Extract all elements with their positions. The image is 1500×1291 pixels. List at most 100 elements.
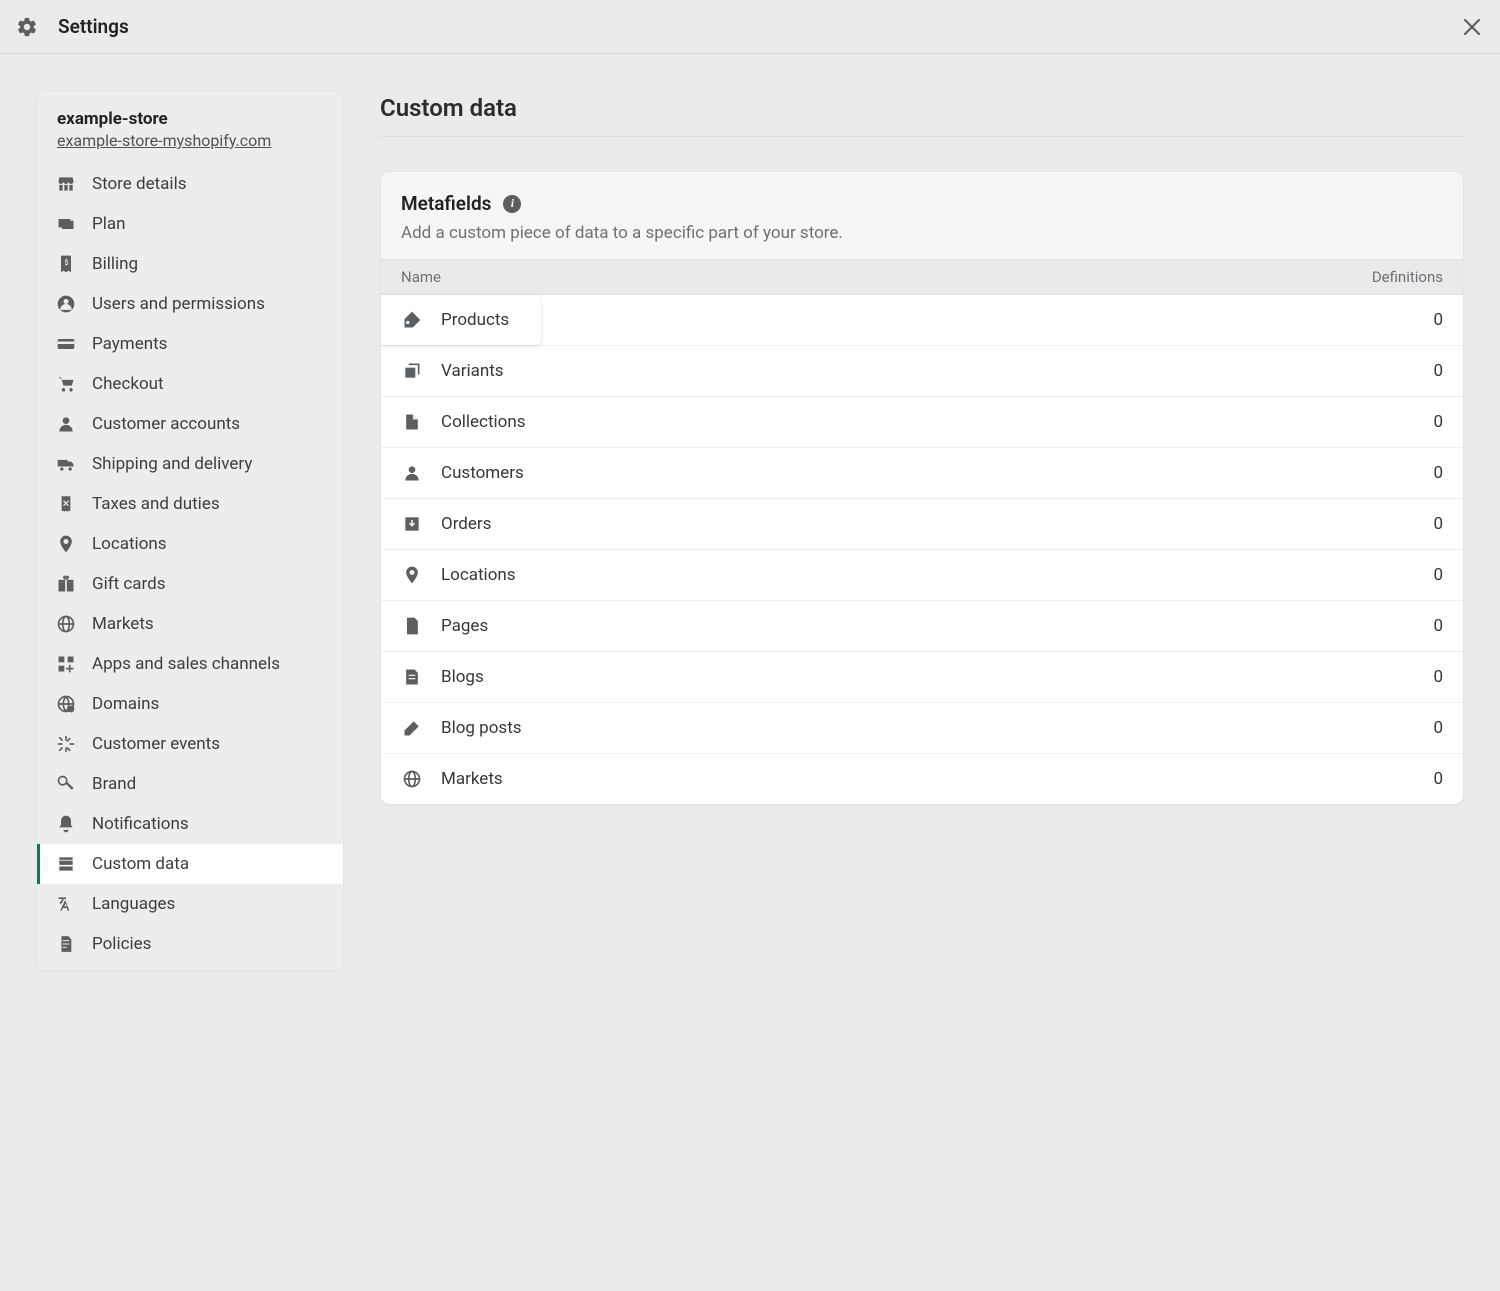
metafield-row-count: 0	[1433, 463, 1443, 483]
location-pin-icon	[55, 533, 77, 555]
sidebar-item-label: Custom data	[92, 854, 189, 874]
sidebar-item-label: Apps and sales channels	[92, 654, 280, 674]
sidebar-item-label: Store details	[92, 174, 186, 194]
settings-topbar: Settings	[0, 0, 1500, 54]
sidebar-item-label: Billing	[92, 254, 138, 274]
sidebar-item-languages[interactable]: Languages	[37, 884, 343, 924]
sidebar-item-locations[interactable]: Locations	[37, 524, 343, 564]
sidebar-item-store-details[interactable]: Store details	[37, 164, 343, 204]
sidebar-item-label: Languages	[92, 894, 175, 914]
metafield-row-label: Blog posts	[441, 718, 522, 738]
spark-icon	[55, 733, 77, 755]
variant-icon	[401, 360, 423, 382]
metafield-row-count: 0	[1433, 718, 1443, 738]
database-icon	[55, 853, 77, 875]
sidebar-item-label: Users and permissions	[92, 294, 265, 314]
sidebar-item-label: Domains	[92, 694, 159, 714]
metafield-row-collections[interactable]: Collections 0	[381, 397, 1463, 448]
metafield-row-label: Locations	[441, 565, 516, 585]
sidebar-item-label: Locations	[92, 534, 167, 554]
tag-icon	[401, 309, 423, 331]
user-circle-icon	[55, 293, 77, 315]
sidebar-item-label: Payments	[92, 334, 167, 354]
sidebar-item-label: Plan	[92, 214, 126, 234]
sidebar-item-custom-data[interactable]: Custom data	[37, 844, 343, 884]
sidebar-item-label: Brand	[92, 774, 136, 794]
gear-icon	[16, 16, 38, 38]
page-icon	[401, 615, 423, 637]
sidebar-item-brand[interactable]: Brand	[37, 764, 343, 804]
blog-icon	[401, 666, 423, 688]
metafields-card-header: Metafields i Add a custom piece of data …	[381, 172, 1463, 259]
metafield-row-label: Orders	[441, 514, 491, 534]
sidebar-item-policies[interactable]: Policies	[37, 924, 343, 964]
domain-globe-icon	[55, 693, 77, 715]
globe-icon	[55, 613, 77, 635]
sidebar-item-label: Customer accounts	[92, 414, 240, 434]
metafield-row-label: Collections	[441, 412, 526, 432]
sidebar-item-apps-and-sales-channels[interactable]: Apps and sales channels	[37, 644, 343, 684]
tax-receipt-icon	[55, 493, 77, 515]
metafield-row-pages[interactable]: Pages 0	[381, 601, 1463, 652]
location-pin-icon	[401, 564, 423, 586]
metafield-row-count: 0	[1433, 616, 1443, 636]
sidebar-item-taxes-and-duties[interactable]: Taxes and duties	[37, 484, 343, 524]
receipt-icon	[55, 253, 77, 275]
metafield-row-locations[interactable]: Locations 0	[381, 550, 1463, 601]
sidebar-item-label: Gift cards	[92, 574, 166, 594]
cart-icon	[55, 373, 77, 395]
sidebar-item-billing[interactable]: Billing	[37, 244, 343, 284]
brand-flag-icon	[55, 773, 77, 795]
globe-icon	[401, 768, 423, 790]
gift-icon	[55, 573, 77, 595]
metafield-row-count: 0	[1433, 565, 1443, 585]
sidebar-item-users-and-permissions[interactable]: Users and permissions	[37, 284, 343, 324]
sidebar-item-label: Taxes and duties	[92, 494, 220, 514]
storefront-icon	[55, 173, 77, 195]
sidebar-item-label: Customer events	[92, 734, 220, 754]
metafields-title: Metafields	[401, 192, 491, 215]
person-icon	[55, 413, 77, 435]
page-title: Custom data	[380, 94, 1464, 122]
metafield-row-blog-posts[interactable]: Blog posts 0	[381, 703, 1463, 754]
sidebar-item-plan[interactable]: Plan	[37, 204, 343, 244]
sidebar-item-shipping-and-delivery[interactable]: Shipping and delivery	[37, 444, 343, 484]
metafields-card: Metafields i Add a custom piece of data …	[380, 171, 1464, 805]
metafield-row-count: 0	[1433, 514, 1443, 534]
store-name: example-store	[57, 109, 323, 129]
close-button[interactable]	[1460, 15, 1484, 39]
metafield-row-customers[interactable]: Customers 0	[381, 448, 1463, 499]
sidebar-item-checkout[interactable]: Checkout	[37, 364, 343, 404]
sidebar-item-label: Checkout	[92, 374, 164, 394]
metafield-row-label: Products	[441, 310, 509, 330]
sidebar-item-customer-events[interactable]: Customer events	[37, 724, 343, 764]
metafield-row-count: 0	[1433, 412, 1443, 432]
metafield-row-blogs[interactable]: Blogs0	[381, 652, 1463, 703]
translate-icon	[55, 893, 77, 915]
metafield-row-products[interactable]: Products0	[381, 295, 1463, 346]
metafield-row-label: Pages	[441, 616, 488, 636]
plan-icon	[55, 213, 77, 235]
metafield-row-variants[interactable]: Variants0	[381, 346, 1463, 397]
settings-sidebar: example-store example-store-myshopify.co…	[36, 90, 344, 971]
store-domain-link[interactable]: example-store-myshopify.com	[57, 131, 323, 150]
sidebar-item-domains[interactable]: Domains	[37, 684, 343, 724]
info-icon[interactable]: i	[503, 195, 521, 213]
sidebar-item-payments[interactable]: Payments	[37, 324, 343, 364]
policy-doc-icon	[55, 933, 77, 955]
pencil-icon	[401, 717, 423, 739]
metafield-row-count: 0	[1433, 361, 1443, 381]
metafield-row-label: Markets	[441, 769, 503, 789]
metafield-row-label: Customers	[441, 463, 524, 483]
sidebar-item-notifications[interactable]: Notifications	[37, 804, 343, 844]
sidebar-item-label: Notifications	[92, 814, 189, 834]
sidebar-item-customer-accounts[interactable]: Customer accounts	[37, 404, 343, 444]
metafield-row-count: 0	[1433, 769, 1443, 789]
metafield-row-markets[interactable]: Markets 0	[381, 754, 1463, 804]
collection-icon	[401, 411, 423, 433]
topbar-title: Settings	[58, 15, 129, 38]
column-name: Name	[401, 268, 441, 286]
metafield-row-orders[interactable]: Orders 0	[381, 499, 1463, 550]
sidebar-item-gift-cards[interactable]: Gift cards	[37, 564, 343, 604]
sidebar-item-markets[interactable]: Markets	[37, 604, 343, 644]
